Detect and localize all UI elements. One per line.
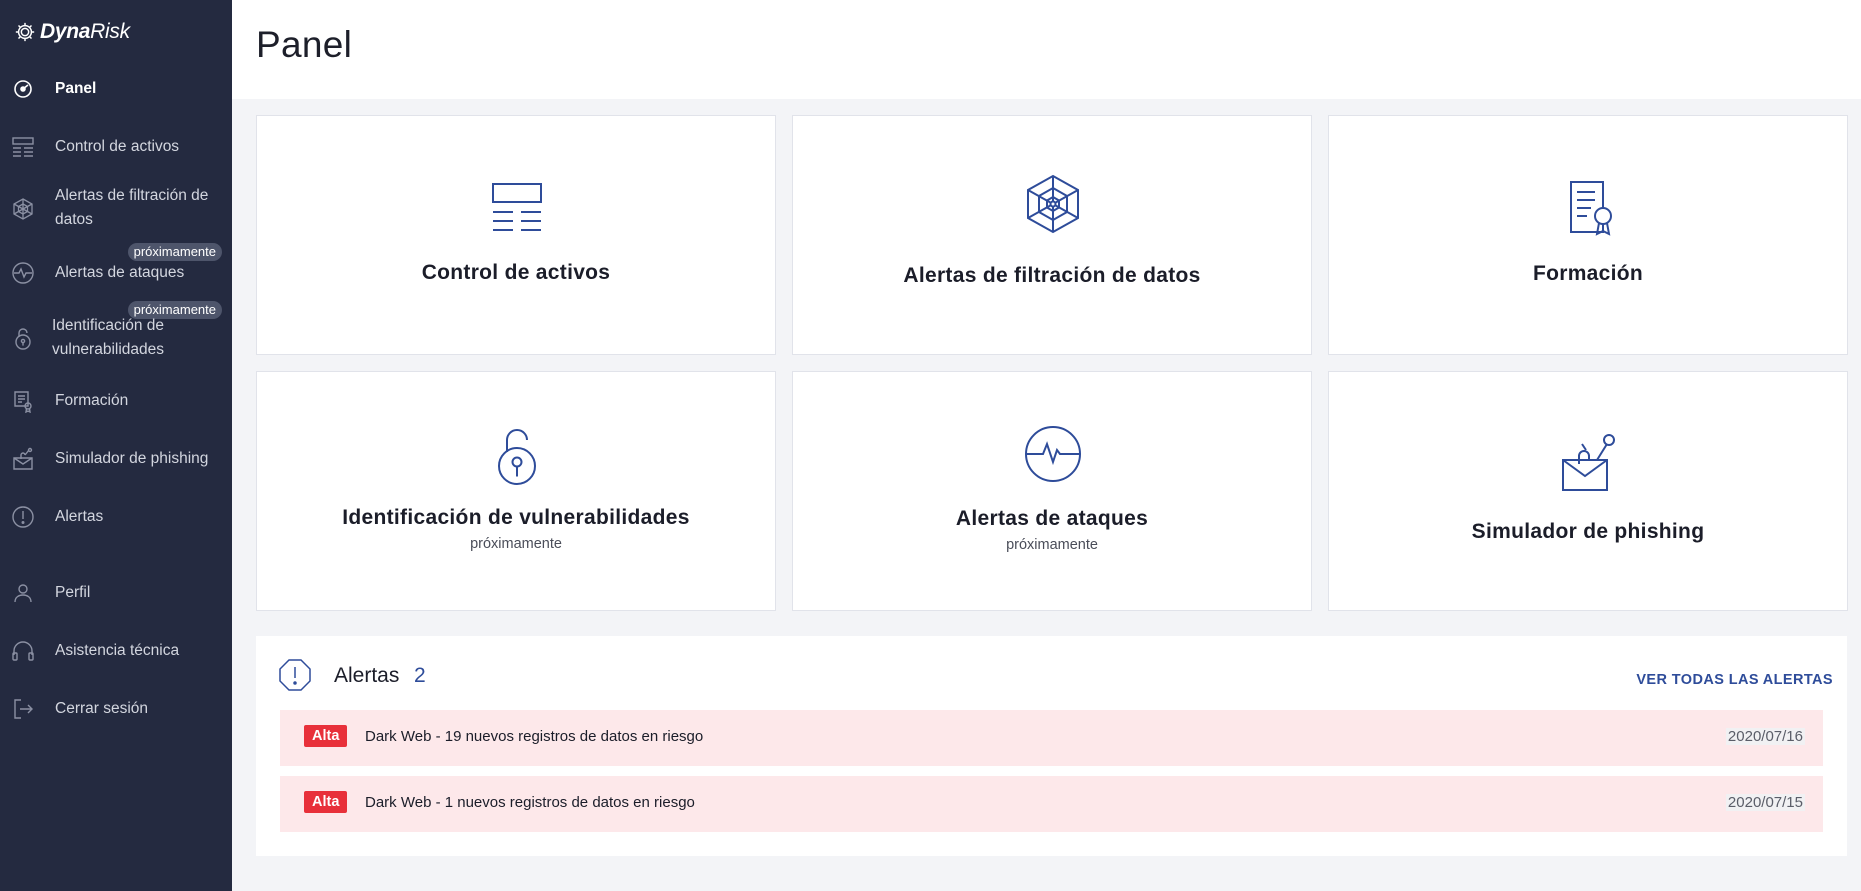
brand-name: DynaRisk bbox=[40, 20, 130, 43]
asset-list-icon bbox=[485, 176, 549, 240]
alert-row[interactable]: Alta Dark Web - 19 nuevos registros de d… bbox=[280, 710, 1823, 766]
card-formacion[interactable]: Formación bbox=[1328, 115, 1848, 355]
asset-list-icon bbox=[10, 134, 36, 160]
view-all-alerts-link[interactable]: VER TODAS LAS ALERTAS bbox=[1636, 672, 1833, 688]
sidebar-item-label: Control de activos bbox=[55, 138, 180, 155]
card-subtitle: próximamente bbox=[470, 536, 562, 552]
card-subtitle: próximamente bbox=[1006, 537, 1098, 553]
sidebar-item-asistencia[interactable]: Asistencia técnica bbox=[0, 638, 232, 664]
alert-circle-icon bbox=[10, 504, 36, 530]
phishing-icon bbox=[10, 446, 36, 472]
sidebar-item-phishing[interactable]: Simulador de phishing bbox=[0, 446, 232, 472]
headset-icon bbox=[10, 638, 36, 664]
padlock-icon bbox=[10, 326, 36, 352]
dashboard-icon bbox=[10, 76, 36, 102]
sidebar-item-label: Asistencia técnica bbox=[55, 642, 180, 659]
sidebar-item-control-activos[interactable]: Control de activos bbox=[0, 134, 232, 160]
pulse-icon bbox=[1021, 422, 1085, 486]
sidebar-item-label: Formación bbox=[55, 392, 129, 409]
brand-logo[interactable]: DynaRisk bbox=[14, 20, 130, 44]
sidebar-item-label: Simulador de phishing bbox=[55, 450, 209, 467]
card-title: Identificación de vulnerabilidades bbox=[342, 506, 690, 529]
spiderweb-icon bbox=[1021, 172, 1085, 236]
sidebar: DynaRisk Panel Control de activos Alerta… bbox=[0, 0, 232, 891]
alert-date: 2020/07/16 bbox=[1725, 728, 1805, 745]
alert-octagon-icon bbox=[278, 658, 312, 692]
sidebar-item-label: Alertas de ataques bbox=[55, 264, 185, 281]
card-filtracion-datos[interactable]: Alertas de filtración de datos bbox=[792, 115, 1312, 355]
page-title: Panel bbox=[256, 24, 353, 65]
card-control-activos[interactable]: Control de activos bbox=[256, 115, 776, 355]
severity-badge: Alta bbox=[304, 791, 348, 813]
user-icon bbox=[10, 580, 36, 606]
sidebar-item-vulnerabilidades[interactable]: Identificación de vulnerabilidades bbox=[0, 314, 232, 362]
spiderweb-icon bbox=[10, 196, 36, 222]
sidebar-item-alertas[interactable]: Alertas bbox=[0, 504, 232, 530]
sidebar-item-label: Cerrar sesión bbox=[55, 700, 149, 717]
alert-text: Dark Web - 1 nuevos registros de datos e… bbox=[365, 794, 695, 811]
alert-text: Dark Web - 19 nuevos registros de datos … bbox=[365, 728, 704, 745]
card-title: Simulador de phishing bbox=[1471, 520, 1705, 543]
sidebar-item-label: Perfil bbox=[55, 584, 91, 601]
sidebar-item-label: Identificación de vulnerabilidades bbox=[52, 317, 165, 358]
alert-date: 2020/07/15 bbox=[1725, 794, 1805, 811]
sidebar-item-label: Alertas bbox=[55, 508, 104, 525]
alerts-count: 2 bbox=[414, 664, 426, 687]
padlock-icon bbox=[485, 424, 549, 488]
sidebar-item-label: Alertas de filtración de datos bbox=[55, 187, 209, 228]
card-phishing[interactable]: Simulador de phishing bbox=[1328, 371, 1848, 611]
sidebar-item-perfil[interactable]: Perfil bbox=[0, 580, 232, 606]
gear-icon bbox=[15, 22, 35, 42]
sidebar-item-label: Panel bbox=[55, 80, 97, 97]
sidebar-item-alertas-ataques[interactable]: Alertas de ataques bbox=[0, 260, 232, 286]
severity-badge: Alta bbox=[304, 725, 348, 747]
alerts-panel: Alertas 2 VER TODAS LAS ALERTAS Alta Dar… bbox=[256, 636, 1847, 856]
sidebar-item-formacion[interactable]: Formación bbox=[0, 388, 232, 414]
certificate-icon bbox=[10, 388, 36, 414]
card-title: Formación bbox=[1532, 262, 1644, 285]
logout-icon bbox=[10, 696, 36, 722]
soon-badge: próximamente bbox=[127, 243, 222, 261]
certificate-icon bbox=[1557, 176, 1621, 240]
card-vulnerabilidades[interactable]: Identificación de vulnerabilidades próxi… bbox=[256, 371, 776, 611]
alert-row[interactable]: Alta Dark Web - 1 nuevos registros de da… bbox=[280, 776, 1823, 832]
card-title: Alertas de ataques bbox=[955, 507, 1149, 530]
sidebar-item-logout[interactable]: Cerrar sesión bbox=[0, 696, 232, 722]
card-title: Control de activos bbox=[421, 261, 611, 284]
sidebar-item-filtracion-datos[interactable]: Alertas de filtración de datos bbox=[0, 184, 232, 232]
pulse-icon bbox=[10, 260, 36, 286]
phishing-icon bbox=[1557, 430, 1621, 494]
card-alertas-ataques[interactable]: Alertas de ataques próximamente bbox=[792, 371, 1312, 611]
page-header: Panel bbox=[232, 0, 1861, 99]
card-title: Alertas de filtración de datos bbox=[903, 264, 1201, 287]
alerts-title: Alertas bbox=[334, 664, 400, 687]
sidebar-item-panel[interactable]: Panel bbox=[0, 76, 232, 102]
